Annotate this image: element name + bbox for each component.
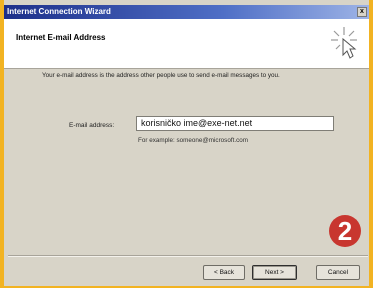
email-label: E-mail address:	[69, 122, 115, 129]
wizard-sparkle-icon	[331, 27, 357, 59]
intro-text: Your e-mail address is the address other…	[42, 72, 280, 79]
window-title: Internet Connection Wizard	[7, 7, 111, 16]
cancel-button[interactable]: Cancel	[316, 265, 360, 280]
back-button[interactable]: < Back	[203, 265, 245, 280]
next-button[interactable]: Next >	[252, 265, 297, 280]
step-number-badge: 2	[329, 215, 361, 247]
close-button[interactable]: x	[357, 7, 367, 17]
footer-divider	[8, 255, 368, 257]
email-example-text: For example: someone@microsoft.com	[138, 137, 248, 144]
wizard-header: Internet E-mail Address	[4, 19, 369, 69]
wizard-window: Internet Connection Wizard x Internet E-…	[0, 0, 373, 286]
email-field[interactable]: korisničko ime@exe-net.net	[136, 116, 334, 131]
title-bar: Internet Connection Wizard x	[4, 5, 369, 19]
page-title: Internet E-mail Address	[16, 33, 106, 42]
